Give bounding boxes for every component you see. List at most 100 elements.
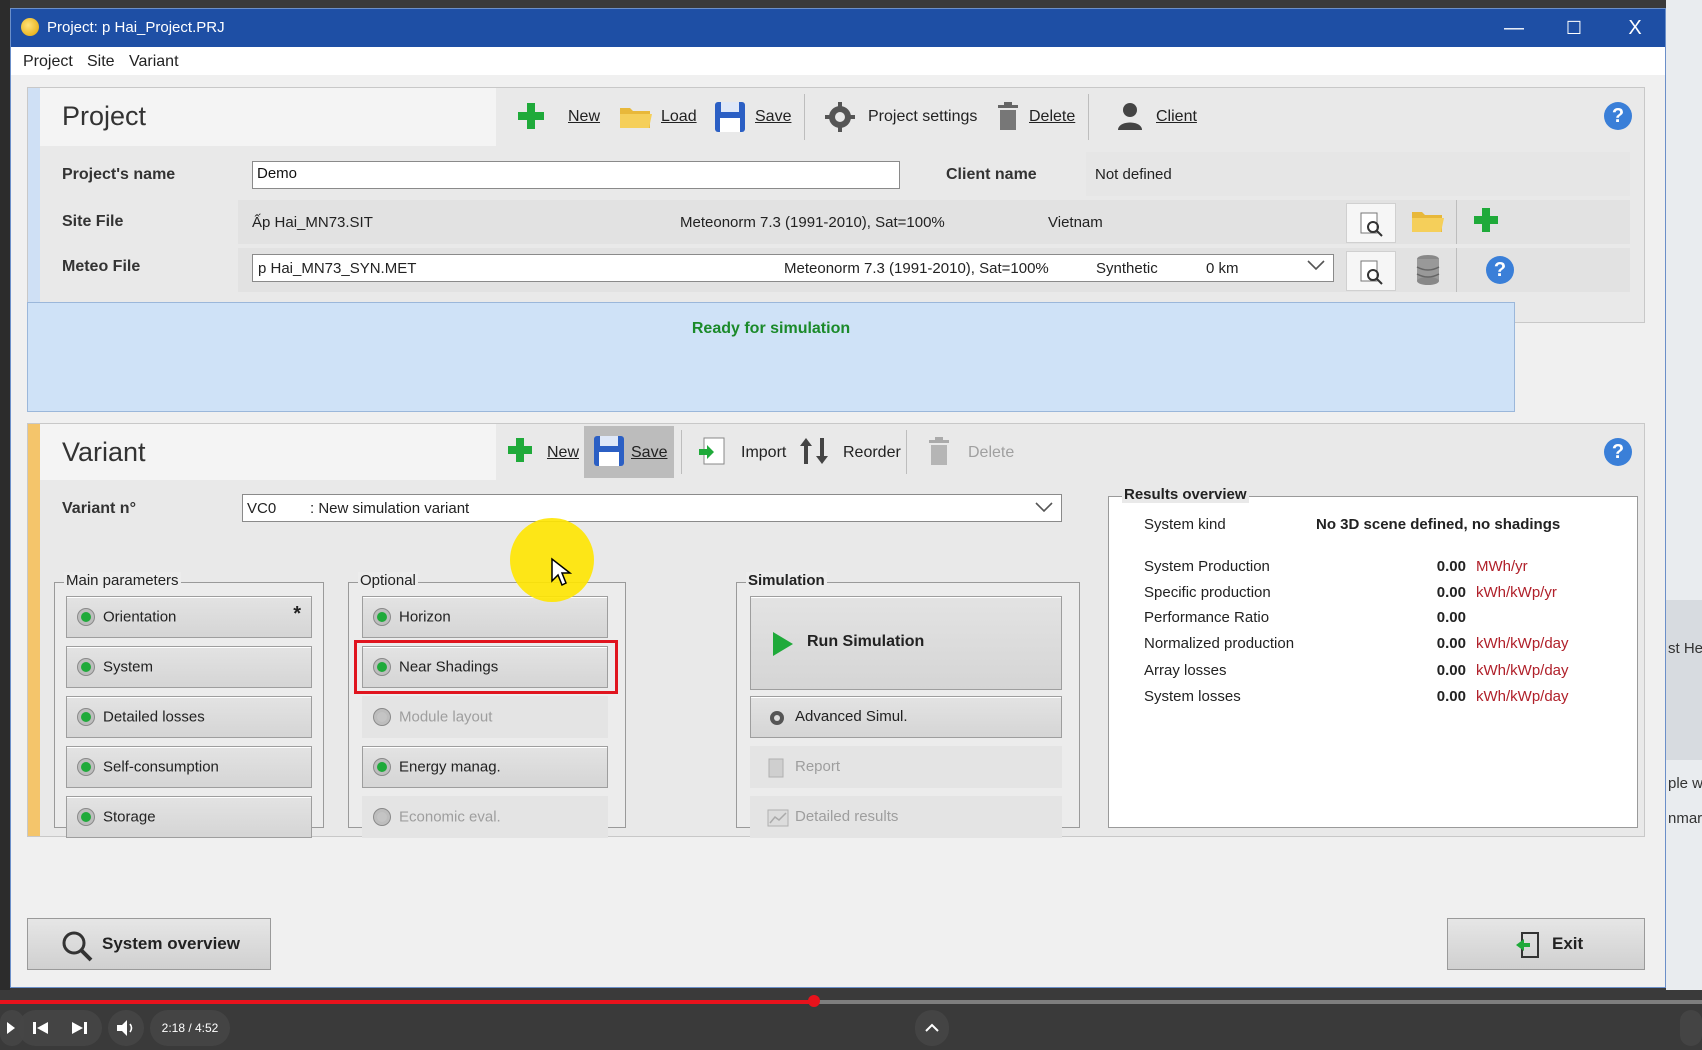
save-project-button[interactable]: Save (755, 108, 791, 126)
status-dot-icon (373, 808, 391, 826)
new-variant-button[interactable]: New (547, 444, 579, 462)
screenshot-button[interactable] (1680, 1010, 1702, 1046)
toolbar-separator (1088, 94, 1089, 140)
chevron-up-icon[interactable] (915, 1010, 949, 1046)
client-button[interactable]: Client (1156, 108, 1197, 126)
site-file-add-icon[interactable] (1472, 206, 1500, 238)
status-dot-icon (77, 758, 95, 776)
save-disk-icon[interactable] (713, 100, 747, 138)
variant-code: VC0 (247, 500, 277, 517)
next-track-icon (72, 1022, 87, 1034)
meteo-help-icon[interactable]: ? (1486, 256, 1514, 284)
result-label: Performance Ratio (1144, 609, 1270, 626)
gear-icon[interactable] (825, 102, 855, 136)
menu-variant[interactable]: Variant (129, 53, 179, 71)
reorder-variants-button[interactable]: Reorder (843, 444, 901, 462)
load-project-button[interactable]: Load (661, 108, 697, 126)
near-shadings-button[interactable]: Near Shadings (362, 646, 608, 688)
trash-icon[interactable] (926, 436, 952, 470)
project-title: Project (62, 101, 147, 131)
detailed-results-button[interactable]: Detailed results (750, 796, 1062, 838)
import-variant-button[interactable]: Import (741, 444, 786, 462)
magnifier-icon (1360, 260, 1383, 285)
meteo-file-view-button[interactable] (1346, 251, 1396, 291)
status-dot-icon (77, 708, 95, 726)
delete-variant-button[interactable]: Delete (968, 444, 1014, 462)
import-icon[interactable] (698, 436, 728, 470)
module-layout-button[interactable]: Module layout (362, 696, 608, 738)
orientation-button[interactable]: Orientation * (66, 596, 312, 638)
gear-icon (770, 711, 784, 725)
result-value: 0.00 (1436, 688, 1466, 705)
user-icon[interactable] (1116, 101, 1144, 135)
trash-icon[interactable] (995, 101, 1021, 135)
exit-button[interactable]: Exit (1447, 918, 1645, 970)
reorder-arrows-icon[interactable] (798, 436, 830, 470)
maximize-button[interactable]: ☐ (1544, 9, 1604, 47)
help-icon[interactable]: ? (1604, 102, 1632, 130)
near-shadings-label: Near Shadings (399, 658, 499, 676)
new-project-icon[interactable] (516, 101, 546, 135)
new-project-button[interactable]: New (568, 108, 600, 126)
video-progress-handle[interactable] (808, 995, 820, 1007)
project-settings-button[interactable]: Project settings (868, 108, 977, 126)
video-progress-fill (0, 1000, 814, 1004)
advanced-simulation-label: Advanced Simul. (795, 708, 908, 725)
close-button[interactable]: X (1605, 9, 1665, 47)
site-file-open-folder-icon[interactable] (1410, 208, 1446, 240)
chevron-down-icon[interactable] (1306, 258, 1326, 276)
project-name-input[interactable]: Demo (252, 161, 900, 189)
site-file-view-button[interactable] (1346, 203, 1396, 243)
result-unit: kWh/kWp/day (1476, 688, 1569, 705)
storage-button[interactable]: Storage (66, 796, 312, 838)
module-layout-label: Module layout (399, 708, 493, 726)
save-variant-label[interactable]: Save (631, 444, 667, 462)
background-left-strip (0, 0, 10, 990)
load-folder-icon[interactable] (618, 102, 654, 136)
report-button[interactable]: Report (750, 746, 1062, 788)
title-bar[interactable]: Project: p Hai_Project.PRJ — ☐ X (11, 9, 1665, 47)
volume-button[interactable] (108, 1010, 144, 1046)
self-consumption-button[interactable]: Self-consumption (66, 746, 312, 788)
new-variant-icon[interactable] (506, 436, 534, 468)
client-name-label: Client name (946, 166, 1037, 183)
energy-management-button[interactable]: Energy manag. (362, 746, 608, 788)
result-unit: MWh/yr (1476, 558, 1528, 575)
economic-eval-button[interactable]: Economic eval. (362, 796, 608, 838)
detailed-losses-button[interactable]: Detailed losses (66, 696, 312, 738)
economic-eval-label: Economic eval. (399, 808, 501, 826)
delete-project-button[interactable]: Delete (1029, 108, 1075, 126)
database-icon[interactable] (1414, 254, 1442, 290)
result-label: Normalized production (1144, 635, 1295, 652)
project-panel: Project New Load Save Project settings D… (27, 87, 1645, 323)
site-file-label: Site File (62, 213, 124, 230)
panel-accent (28, 88, 40, 322)
result-value: 0.00 (1436, 584, 1466, 601)
result-unit: kWh/kWp/day (1476, 635, 1569, 652)
site-file-country: Vietnam (1048, 214, 1103, 231)
background-text: st He (1668, 640, 1702, 657)
result-value: 0.00 (1436, 609, 1466, 626)
background-right-window (1666, 0, 1702, 990)
variant-help-icon[interactable]: ? (1604, 438, 1632, 466)
chevron-down-icon[interactable] (1034, 500, 1054, 518)
system-button[interactable]: System (66, 646, 312, 688)
project-name-label: Project's name (62, 166, 176, 183)
mouse-cursor-icon (551, 557, 572, 587)
menu-site[interactable]: Site (87, 53, 115, 71)
horizon-button[interactable]: Horizon (362, 596, 608, 638)
result-value: 0.00 (1436, 635, 1466, 652)
menu-project[interactable]: Project (23, 53, 73, 71)
meteo-file-type: Synthetic (1096, 260, 1158, 277)
meteo-file-distance: 0 km (1206, 260, 1239, 277)
speaker-icon (117, 1020, 133, 1036)
run-simulation-button[interactable]: Run Simulation (750, 596, 1062, 690)
save-disk-icon[interactable] (592, 434, 626, 472)
advanced-simulation-button[interactable]: Advanced Simul. (750, 696, 1062, 738)
status-dot-icon (373, 658, 391, 676)
system-overview-button[interactable]: System overview (27, 918, 271, 970)
background-text: nmark (1668, 810, 1702, 827)
main-parameters-legend: Main parameters (64, 572, 181, 589)
magnifier-icon (1360, 212, 1383, 237)
minimize-button[interactable]: — (1484, 9, 1544, 47)
